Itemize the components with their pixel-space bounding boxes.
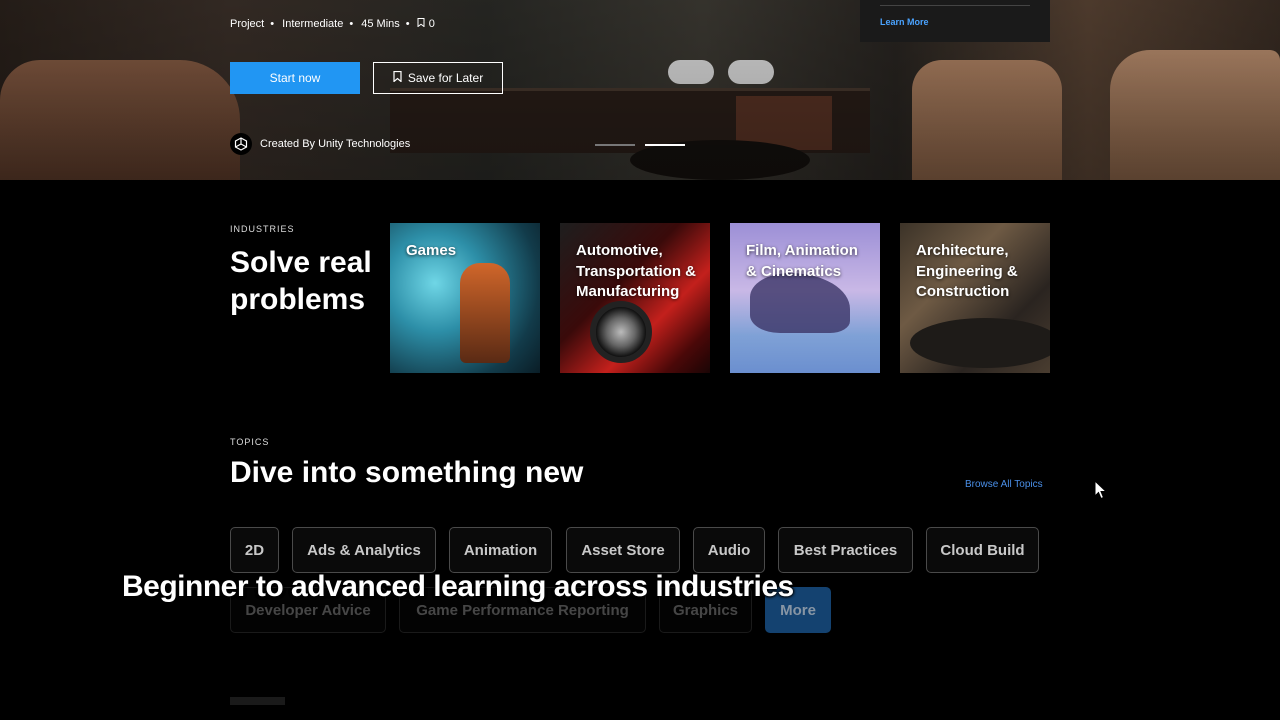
project-meta: Project • Intermediate • 45 Mins • 0 [230,18,435,30]
topic-chip[interactable]: Asset Store [566,527,680,573]
meta-type: Project [230,18,265,30]
start-now-button[interactable]: Start now [230,62,360,94]
save-for-later-button[interactable]: Save for Later [373,62,503,94]
footer-faint-text [230,697,285,705]
save-for-later-label: Save for Later [407,71,484,85]
carousel-dot[interactable] [595,144,635,146]
industry-card-architecture[interactable]: Architecture, Engineering & Construction [900,223,1050,373]
topics-title: Dive into something new [230,456,584,489]
industry-card-film[interactable]: Film, Animation & Cinematics [730,223,880,373]
hero-banner: Project • Intermediate • 45 Mins • 0 Start … [0,0,1280,180]
mouse-cursor-icon [1094,479,1108,500]
browse-all-topics-link[interactable]: Browse All Topics [965,479,1043,490]
game-character-image [460,263,510,363]
unity-logo-icon [230,133,252,155]
topic-chip[interactable]: Animation [449,527,552,573]
wolf-image [750,273,850,333]
bookmark-icon [393,70,402,85]
meta-duration: 45 Mins [361,18,400,30]
interior-table-image [910,318,1050,368]
learn-more-panel: Learn More [860,0,1050,42]
learn-more-link[interactable]: Learn More [880,17,929,27]
industry-card-automotive[interactable]: Automotive, Transportation & Manufacturi… [560,223,710,373]
bookmark-count: 0 [428,18,435,30]
creator-credit: Created By Unity Technologies [230,133,410,155]
industry-card-label: Film, Animation & Cinematics [746,242,858,280]
industry-card-label: Automotive, Transportation & Manufacturi… [576,242,697,300]
industry-card-label: Games [406,242,457,259]
carousel-indicators [595,144,685,146]
bookmark-icon [417,18,428,30]
carousel-dot-active[interactable] [645,144,685,146]
topic-chip[interactable]: Ads & Analytics [292,527,436,573]
creator-text: Created By Unity Technologies [260,138,411,150]
topic-chip[interactable]: 2D [230,527,279,573]
industries-eyebrow: INDUSTRIES [230,224,295,234]
topics-eyebrow: TOPICS [230,437,270,447]
video-caption: Beginner to advanced learning across ind… [122,570,794,603]
industry-card-label: Architecture, Engineering & Construction [916,242,1018,300]
car-wheel-image [590,301,652,363]
industry-card-games[interactable]: Games [390,223,540,373]
topic-chip[interactable]: Cloud Build [926,527,1039,573]
meta-level: Intermediate [282,18,344,30]
topic-chip[interactable]: Best Practices [778,527,913,573]
industries-title: Solve real problems [230,246,372,316]
topic-chip[interactable]: Audio [693,527,765,573]
